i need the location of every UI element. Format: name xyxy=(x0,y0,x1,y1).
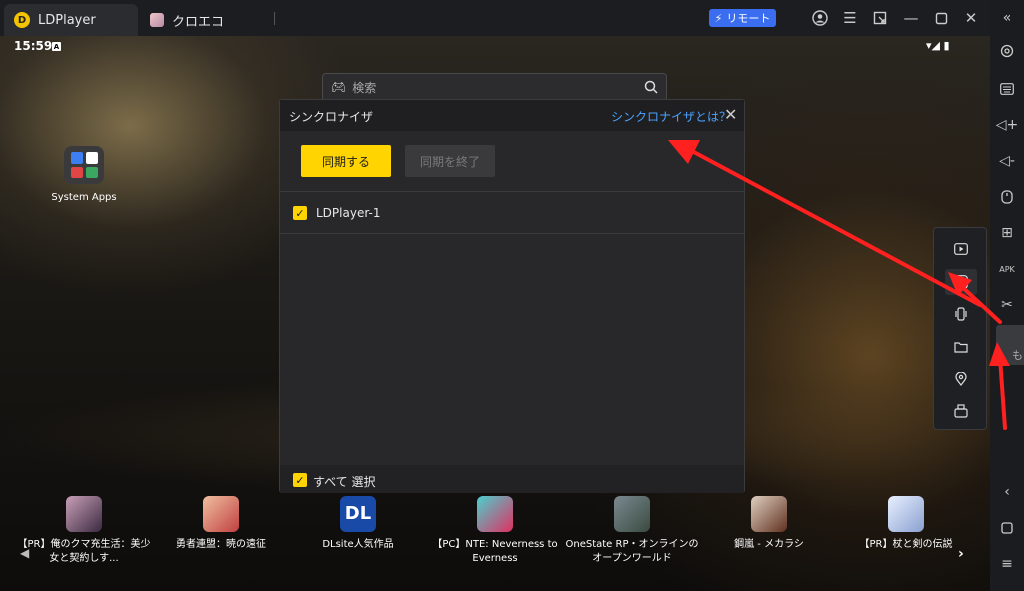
location-icon[interactable] xyxy=(951,369,971,389)
select-all-label: すべて 選択 xyxy=(313,475,376,489)
dock-app[interactable]: 勇者連盟：暁の遠征 xyxy=(151,496,291,552)
tab-kuroeko-label: クロエコ xyxy=(172,14,225,30)
close-icon[interactable]: ✕ xyxy=(961,8,981,28)
stop-sync-button[interactable]: 同期を終了 xyxy=(405,145,495,177)
status-icons: ▾◢ ▮ xyxy=(926,39,950,52)
dock-app[interactable]: 【PR】杖と剣の伝説 xyxy=(836,496,976,552)
scissors-icon[interactable]: ✂ xyxy=(997,295,1017,315)
app-dock: ◀ 【PR】俺のクマ充生活：美少女と契約しす... 勇者連盟：暁の遠征 DL D… xyxy=(0,491,990,591)
dock-app[interactable]: 鋼嵐 - メカラシ xyxy=(699,496,839,552)
app-avatar-icon xyxy=(150,13,164,27)
search-icon[interactable] xyxy=(644,80,658,94)
app-label: 鋼嵐 - メカラシ xyxy=(734,539,804,550)
app-label: 【PC】NTE: Neverness to Everness xyxy=(432,539,558,564)
shake-icon[interactable] xyxy=(951,304,971,324)
app-icon: DL xyxy=(340,496,376,532)
window-resize-icon[interactable] xyxy=(870,8,890,28)
status-badge: A xyxy=(52,42,61,51)
dialog-header: シンクロナイザ シンクロナイザとは？ ✕ xyxy=(280,100,744,131)
status-time: 15:59 xyxy=(14,39,53,53)
volume-up-icon[interactable]: ◁+ xyxy=(996,115,1019,135)
settings-icon[interactable] xyxy=(997,41,1017,61)
app-icon xyxy=(751,496,787,532)
app-icon xyxy=(203,496,239,532)
home-icon[interactable] xyxy=(997,518,1017,538)
tab-ldplayer[interactable]: D LDPlayer xyxy=(4,4,138,36)
app-icon xyxy=(477,496,513,532)
tab-divider xyxy=(274,12,275,25)
more-flyout xyxy=(933,227,987,430)
dialog-title: シンクロナイザ xyxy=(289,110,374,124)
instance-label: LDPlayer-1 xyxy=(316,206,381,220)
divider xyxy=(280,191,744,192)
recent-apps-icon[interactable]: ≡ xyxy=(997,554,1017,574)
search-bar[interactable]: 🎮︎ 検索 xyxy=(322,73,667,101)
dock-app[interactable]: 【PR】俺のクマ充生活：美少女と契約しす... xyxy=(14,496,154,566)
folder-icon[interactable] xyxy=(951,337,971,357)
app-icon xyxy=(888,496,924,532)
back-icon[interactable]: ‹ xyxy=(997,482,1017,502)
synchronizer-dialog: シンクロナイザ シンクロナイザとは？ ✕ 同期する 同期を終了 ✓ LDPlay… xyxy=(279,99,745,493)
system-apps-label: System Apps xyxy=(51,192,117,203)
more-tab-label: も xyxy=(1012,349,1023,362)
minimize-icon[interactable]: — xyxy=(901,8,921,28)
app-label: 勇者連盟：暁の遠征 xyxy=(176,539,266,550)
collapse-icon[interactable]: « xyxy=(997,8,1017,28)
app-label: OneState RP・オンラインのオープンワールド xyxy=(565,539,699,564)
app-label: 【PR】杖と剣の伝説 xyxy=(859,539,953,550)
dock-next-icon[interactable]: › xyxy=(958,546,964,562)
app-label: DLsite人気作品 xyxy=(322,539,394,550)
right-sidebar: « ◁+ ◁- ⊞ APK ✂ ··· ‹ ≡ xyxy=(990,0,1024,591)
help-link[interactable]: シンクロナイザとは？ xyxy=(611,108,731,125)
dock-app[interactable]: OneState RP・オンラインのオープンワールド xyxy=(562,496,702,566)
app-icon xyxy=(66,496,102,532)
remote-button[interactable]: ⚡ リモート xyxy=(709,9,776,27)
app-icon xyxy=(614,496,650,532)
rotate-icon[interactable] xyxy=(951,401,971,421)
menu-icon[interactable]: ☰ xyxy=(840,8,860,28)
add-window-icon[interactable]: ⊞ xyxy=(997,223,1017,243)
apk-icon[interactable]: APK xyxy=(997,259,1017,279)
divider xyxy=(280,233,744,234)
select-all-checkbox[interactable]: ✓ xyxy=(293,473,307,487)
dock-app[interactable]: DL DLsite人気作品 xyxy=(288,496,428,552)
mouse-icon[interactable] xyxy=(997,187,1017,207)
dialog-close-icon[interactable]: ✕ xyxy=(724,105,737,124)
maximize-icon[interactable] xyxy=(931,8,951,28)
app-label: 【PR】俺のクマ充生活：美少女と契約しす... xyxy=(17,539,151,564)
lightning-icon: ⚡ xyxy=(714,11,723,25)
tab-kuroeko[interactable]: クロエコ xyxy=(146,4,270,36)
system-apps-folder-icon[interactable] xyxy=(64,146,104,184)
remote-button-label: リモート xyxy=(726,12,771,25)
title-bar: D LDPlayer クロエコ ⚡ リモート ☰ — ✕ xyxy=(0,0,990,36)
gamepad-icon: 🎮︎ xyxy=(331,80,347,94)
sync-icon[interactable] xyxy=(951,272,971,292)
record-icon[interactable] xyxy=(951,239,971,259)
search-input[interactable]: 検索 xyxy=(352,79,644,96)
tab-ldplayer-label: LDPlayer xyxy=(38,12,96,28)
dock-app[interactable]: 【PC】NTE: Neverness to Everness xyxy=(425,496,565,566)
user-icon[interactable] xyxy=(810,8,830,28)
start-sync-button[interactable]: 同期する xyxy=(301,145,391,177)
instance-checkbox[interactable]: ✓ xyxy=(293,206,307,220)
volume-down-icon[interactable]: ◁- xyxy=(997,151,1017,171)
ldplayer-logo-icon: D xyxy=(14,12,30,28)
keyboard-icon[interactable] xyxy=(997,79,1017,99)
more-tab[interactable]: も xyxy=(996,325,1024,365)
